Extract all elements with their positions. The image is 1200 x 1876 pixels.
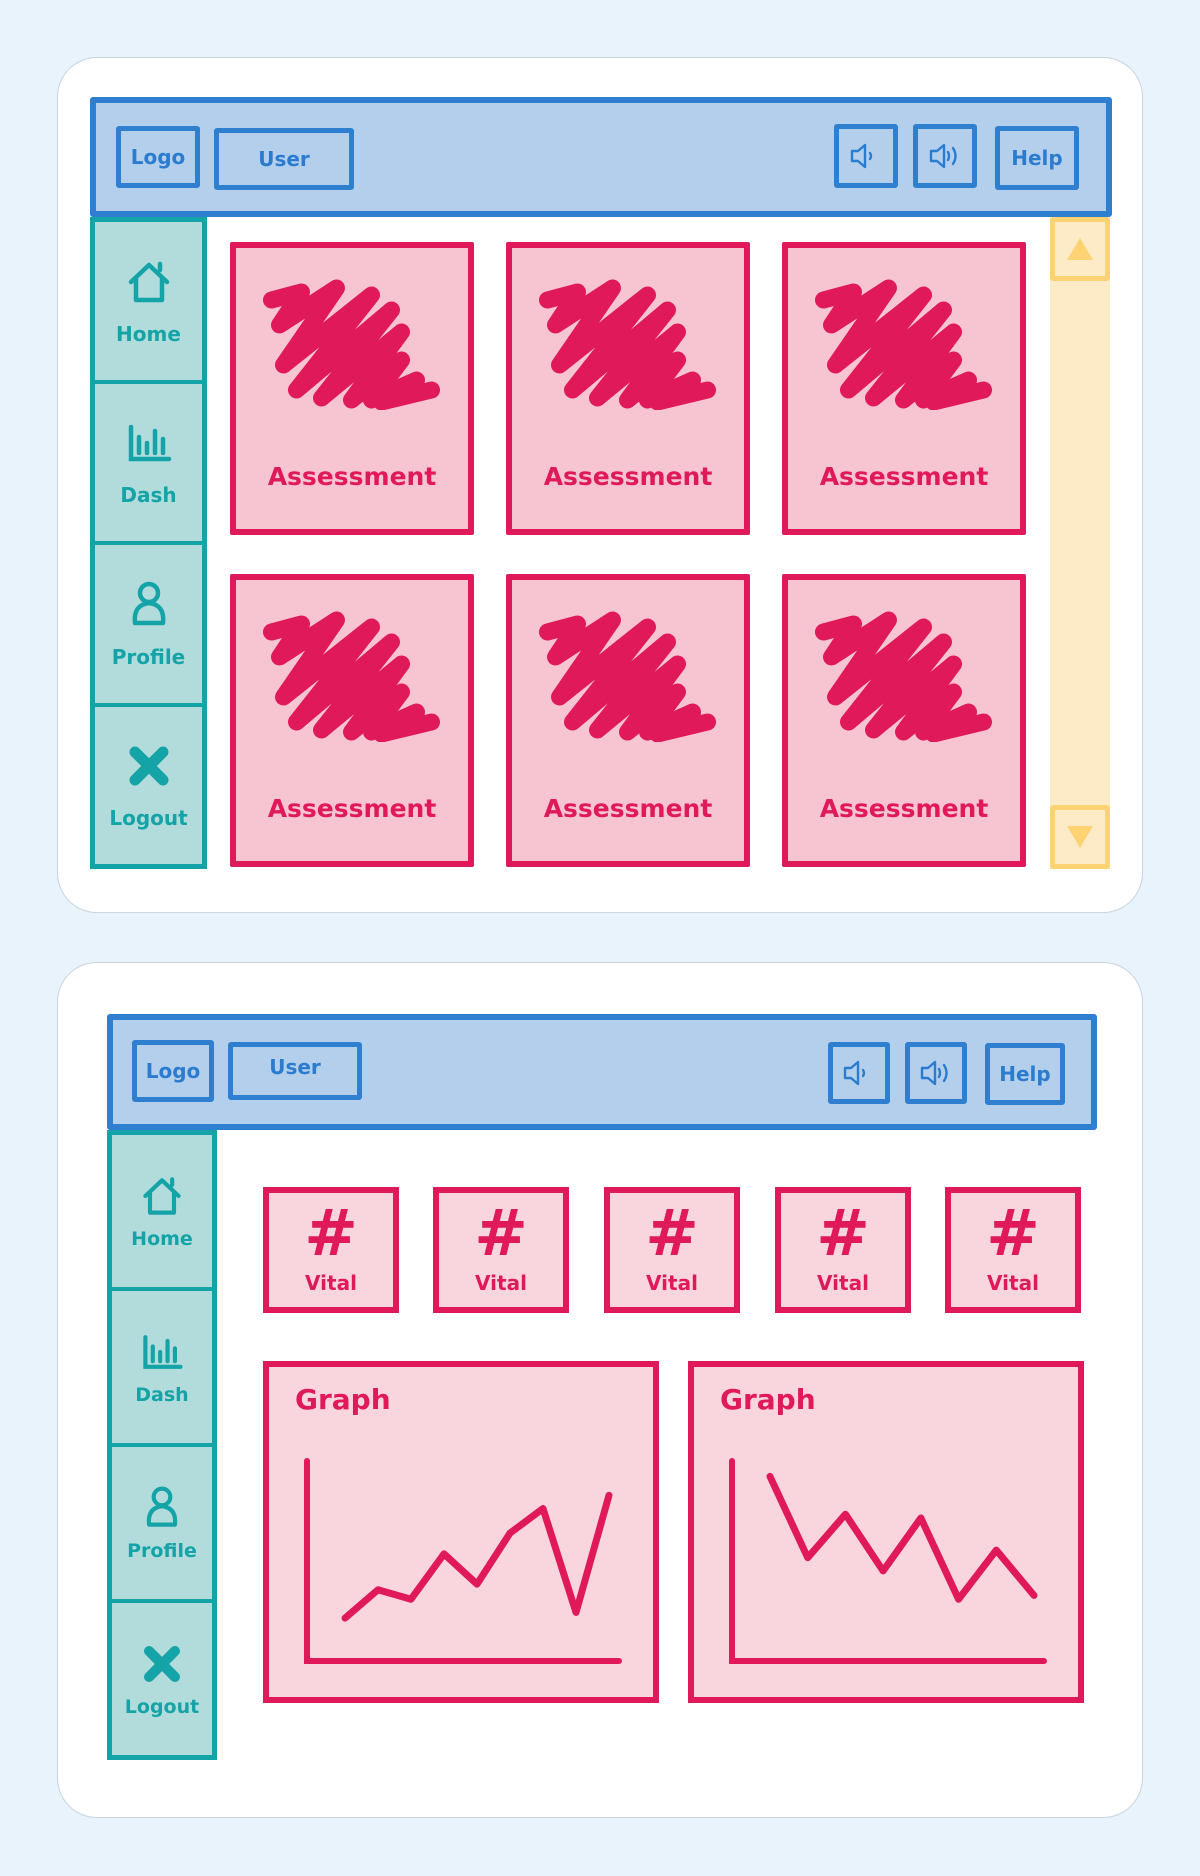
sidebar-item-label: Dash [135, 1384, 189, 1406]
arrow-down-icon [1067, 826, 1093, 848]
sidebar-item-dash[interactable]: Dash [95, 384, 202, 545]
volume-low-icon [850, 143, 873, 169]
help-button[interactable]: Help [985, 1043, 1065, 1105]
graph-card[interactable]: Graph [263, 1361, 659, 1703]
sidebar-item-dash[interactable]: Dash [112, 1291, 212, 1447]
sidebar-item-logout[interactable]: Logout [112, 1603, 212, 1755]
assessment-card[interactable]: Assessment [230, 574, 474, 867]
vital-label: Vital [305, 1271, 357, 1295]
volume-high-icon [929, 143, 957, 169]
hash-icon: # [304, 1197, 358, 1271]
sidebar-item-label: Profile [111, 644, 186, 669]
volume-up-button[interactable] [913, 124, 977, 188]
bar-chart-icon [128, 425, 171, 462]
chart-axes [304, 1458, 622, 1664]
vital-label: Vital [987, 1271, 1039, 1295]
assessment-label: Assessment [543, 794, 713, 823]
sidebar-item-label: Dash [120, 483, 177, 508]
help-button[interactable]: Help [995, 126, 1079, 190]
vital-card[interactable]: # Vital [775, 1187, 911, 1313]
logo-button[interactable]: Logo [116, 126, 200, 188]
vital-card[interactable]: # Vital [604, 1187, 740, 1313]
sidebar-item-label: Home [131, 1228, 193, 1250]
sidebar-item-profile[interactable]: Profile [95, 545, 202, 707]
vital-card[interactable]: # Vital [945, 1187, 1081, 1313]
hash-icon: # [816, 1197, 870, 1271]
person-icon [132, 581, 165, 625]
vertical-scrollbar[interactable] [1050, 217, 1110, 869]
logo-button[interactable]: Logo [132, 1040, 214, 1102]
scribble-image [263, 279, 440, 410]
volume-up-button[interactable] [905, 1042, 967, 1104]
sidebar-item-profile[interactable]: Profile [112, 1447, 212, 1603]
series-line [766, 1472, 1038, 1603]
home-icon [128, 261, 169, 302]
scribble-image [539, 611, 716, 742]
volume-down-button[interactable] [834, 124, 898, 188]
volume-high-icon [920, 1060, 948, 1086]
assessment-card[interactable]: Assessment [782, 242, 1026, 535]
scribble-image [815, 611, 992, 742]
sidebar-item-label: Profile [127, 1540, 197, 1562]
assessment-label: Assessment [267, 462, 437, 491]
series-line [341, 1491, 613, 1622]
arrow-up-icon [1067, 238, 1093, 260]
assessment-card[interactable]: Assessment [506, 574, 750, 867]
sidebar-item-home[interactable]: Home [112, 1135, 212, 1291]
close-icon [129, 746, 168, 786]
sidebar-item-label: Logout [109, 806, 188, 831]
volume-down-button[interactable] [828, 1042, 890, 1104]
scroll-up-button[interactable] [1050, 217, 1110, 281]
assessment-card[interactable]: Assessment [230, 242, 474, 535]
sidebar-item-label: Logout [124, 1696, 200, 1718]
vital-card[interactable]: # Vital [263, 1187, 399, 1313]
line-chart [729, 1458, 1047, 1664]
assessment-card[interactable]: Assessment [506, 242, 750, 535]
user-button[interactable]: User [214, 128, 354, 190]
assessment-label: Assessment [543, 462, 713, 491]
hash-icon: # [474, 1197, 528, 1271]
scroll-down-button[interactable] [1050, 805, 1110, 869]
hash-icon: # [986, 1197, 1040, 1271]
vital-label: Vital [475, 1271, 527, 1295]
user-button[interactable]: User [228, 1042, 362, 1100]
sidebar-item-logout[interactable]: Logout [95, 707, 202, 865]
close-icon [144, 1646, 180, 1682]
bar-chart-icon [143, 1335, 183, 1369]
sidebar-nav: Home Dash Profile Logout [90, 217, 207, 869]
vital-card[interactable]: # Vital [433, 1187, 569, 1313]
assessment-label: Assessment [819, 462, 989, 491]
home-icon [143, 1177, 181, 1215]
sidebar-nav: Home Dash Profile Logout [107, 1130, 217, 1760]
sidebar-item-home[interactable]: Home [95, 222, 202, 384]
vital-label: Vital [817, 1271, 869, 1295]
graph-card[interactable]: Graph [688, 1361, 1084, 1703]
assessment-label: Assessment [819, 794, 989, 823]
assessment-card[interactable]: Assessment [782, 574, 1026, 867]
scribble-image [263, 611, 440, 742]
volume-low-icon [843, 1060, 866, 1086]
line-chart [304, 1458, 622, 1664]
scribble-image [539, 279, 716, 410]
vital-label: Vital [646, 1271, 698, 1295]
assessment-label: Assessment [267, 794, 437, 823]
scribble-image [815, 279, 992, 410]
hash-icon: # [645, 1197, 699, 1271]
person-icon [146, 1486, 178, 1527]
sidebar-item-label: Home [116, 321, 181, 346]
